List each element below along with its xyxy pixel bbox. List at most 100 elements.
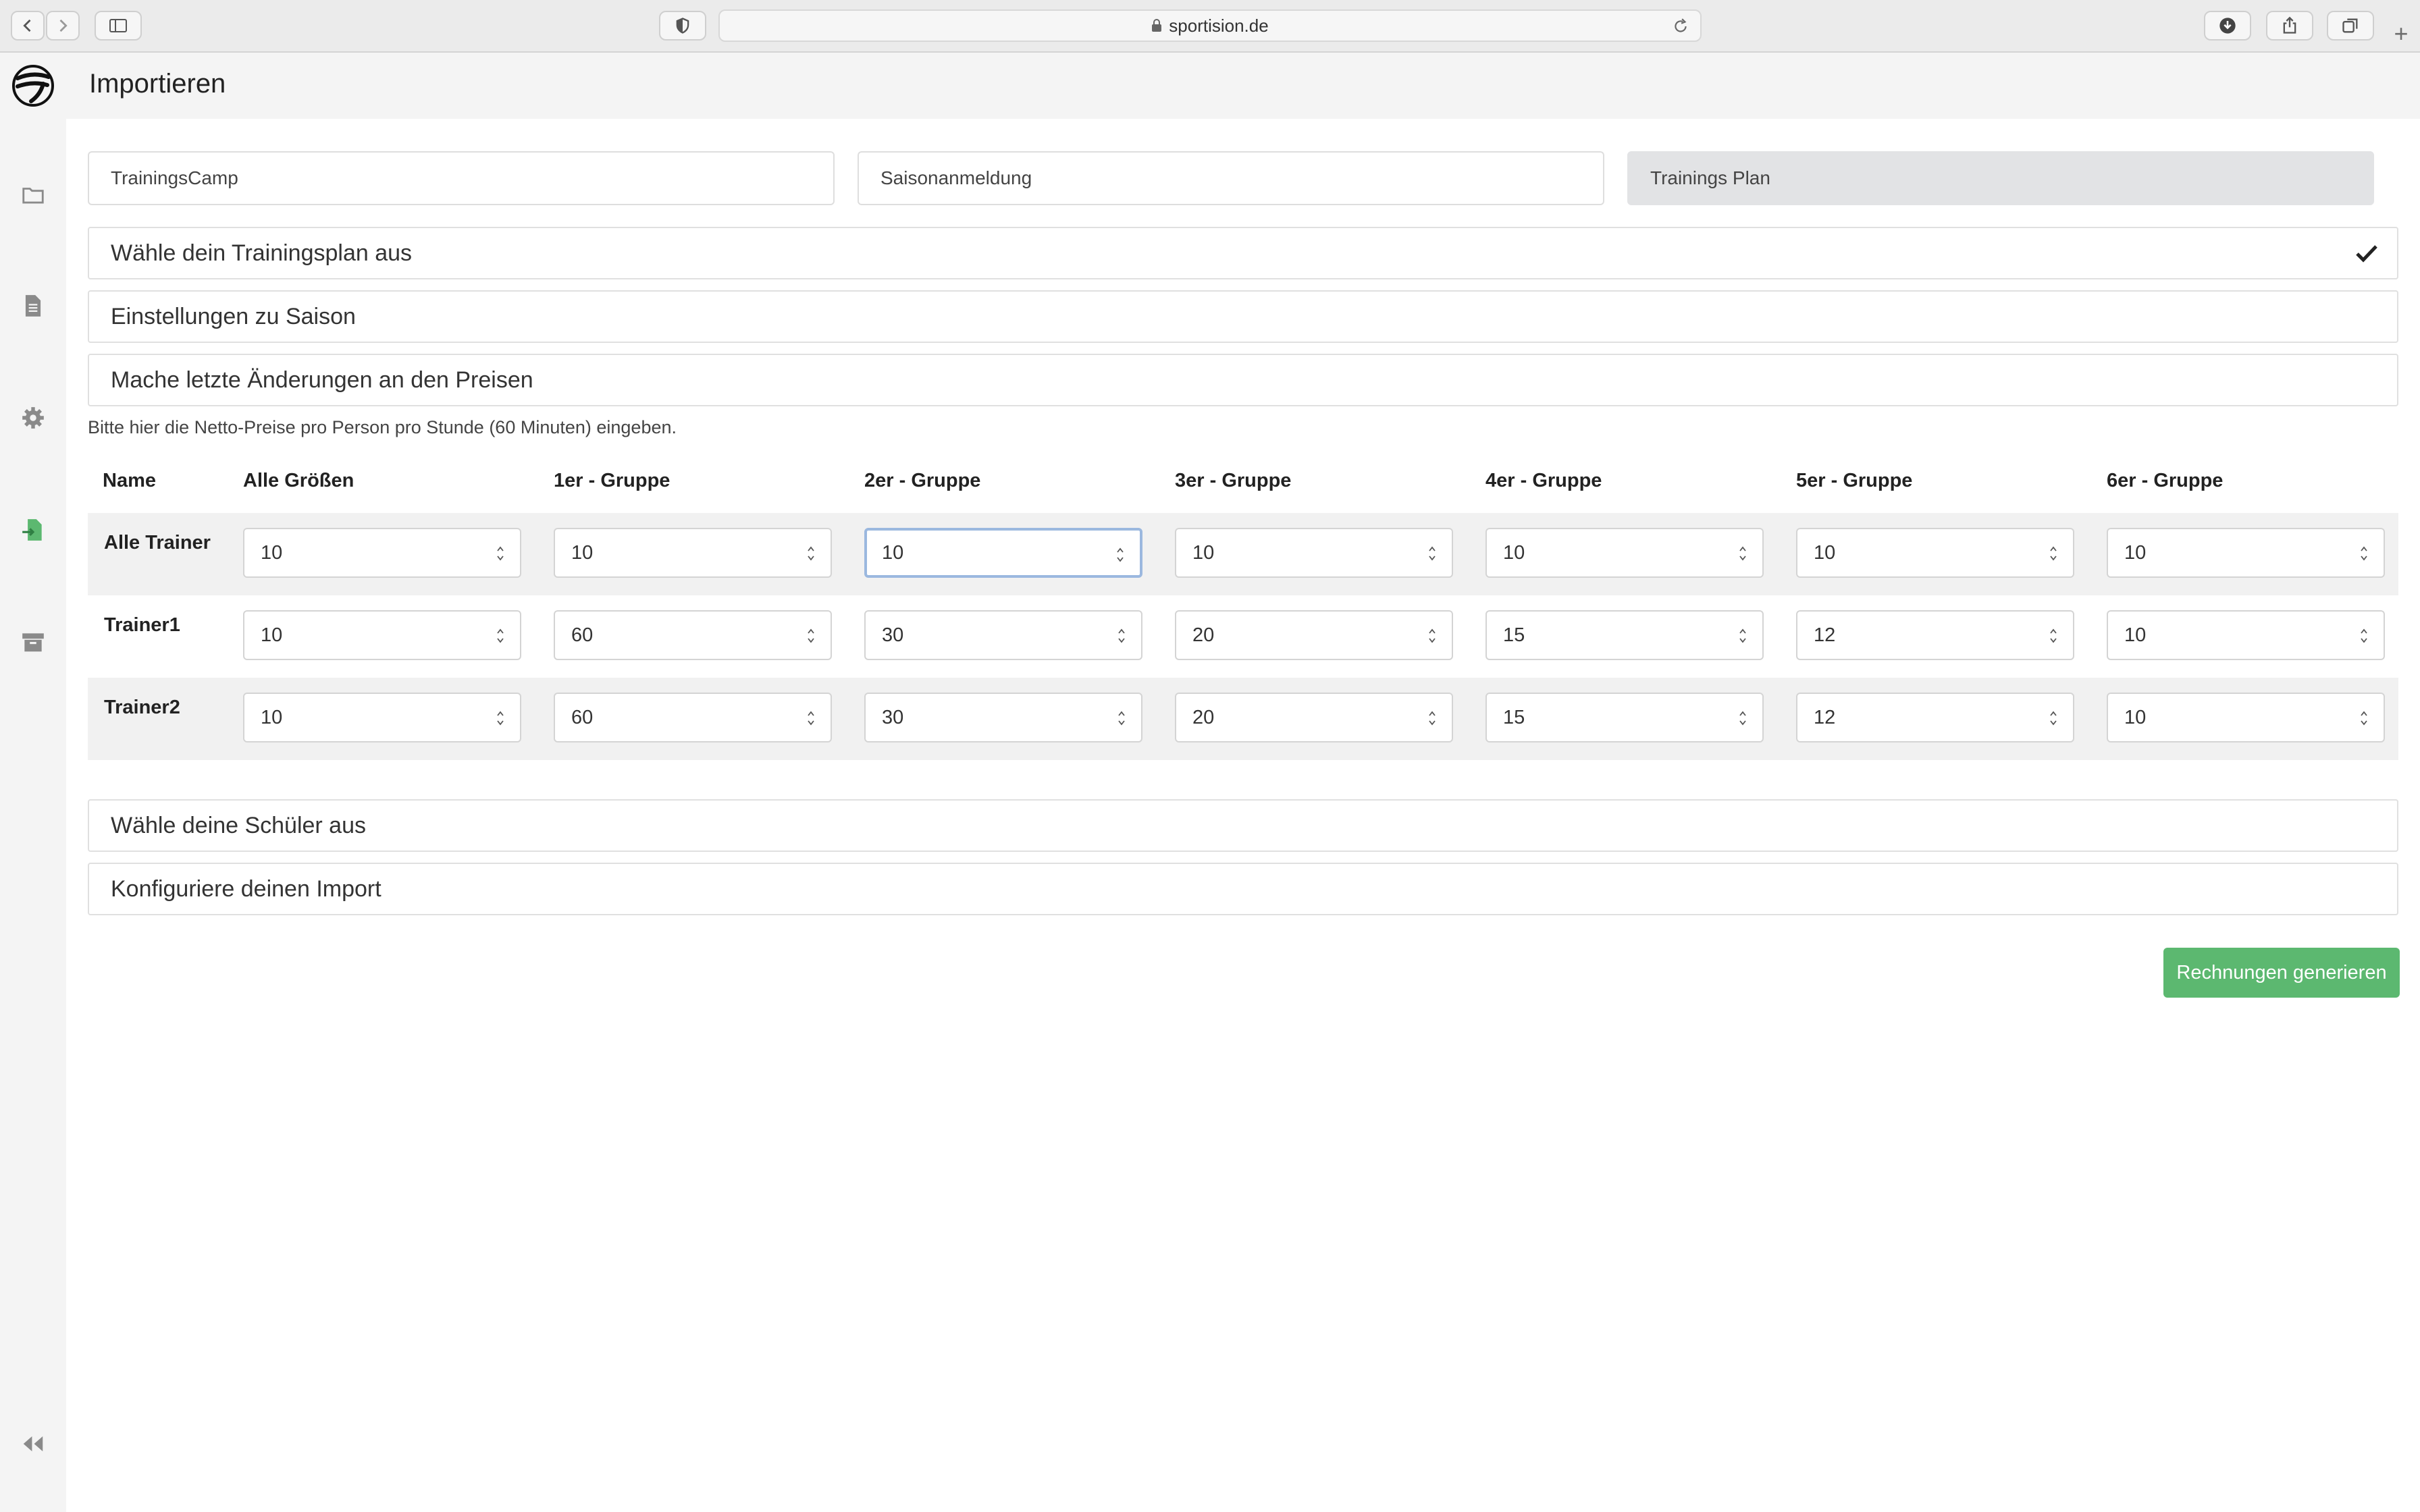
sidebar-item-documents[interactable] (19, 292, 47, 320)
price-input-value: 10 (261, 624, 283, 646)
browser-toolbar: sportision.de + (0, 0, 2420, 53)
url-text: sportision.de (1169, 15, 1269, 36)
downloads-button[interactable] (2204, 11, 2251, 40)
section-season-settings[interactable]: Einstellungen zu Saison (88, 290, 2398, 343)
section-price-changes[interactable]: Mache letzte Änderungen an den Preisen (88, 354, 2398, 406)
stepper-arrows-icon[interactable] (496, 709, 505, 728)
sidebar-item-archive[interactable] (19, 628, 47, 656)
stepper-arrows-icon[interactable] (2359, 709, 2369, 728)
forward-button[interactable] (46, 11, 80, 40)
stepper-arrows-icon[interactable] (1427, 626, 1437, 645)
share-button[interactable] (2266, 11, 2313, 40)
generate-invoices-button[interactable]: Rechnungen generieren (2163, 948, 2400, 998)
price-input[interactable]: 12 (1796, 610, 2074, 660)
price-input[interactable]: 10 (2107, 693, 2385, 742)
document-icon (25, 295, 41, 317)
reload-icon[interactable] (1672, 18, 1689, 35)
stepper-arrows-icon[interactable] (1738, 709, 1747, 728)
import-file-icon (22, 519, 42, 541)
stepper-arrows-icon[interactable] (806, 626, 816, 645)
price-input[interactable]: 30 (864, 610, 1142, 660)
back-button[interactable] (11, 11, 45, 40)
price-input[interactable]: 20 (1175, 693, 1453, 742)
price-input-value: 10 (261, 542, 283, 564)
new-tab-button[interactable]: + (2388, 20, 2415, 47)
price-input[interactable]: 15 (1485, 693, 1764, 742)
collapse-sidebar-button[interactable] (19, 1430, 47, 1458)
checkmark-icon (2356, 245, 2377, 263)
stepper-arrows-icon[interactable] (2049, 709, 2058, 728)
price-input-value: 60 (571, 707, 594, 728)
price-input[interactable]: 15 (1485, 610, 1764, 660)
tab-overview-button[interactable] (2327, 11, 2374, 40)
price-input-value: 10 (2124, 542, 2147, 564)
stepper-arrows-icon[interactable] (1738, 626, 1747, 645)
price-input-value: 20 (1192, 707, 1215, 728)
sidebar-panel-icon (109, 19, 127, 32)
stepper-arrows-icon[interactable] (2049, 626, 2058, 645)
table-row: Trainer2 10 60 30 20 15 12 10 (88, 678, 2398, 760)
price-input[interactable]: 10 (1796, 528, 2074, 578)
column-header-all-sizes: Alle Größen (243, 470, 354, 491)
section-configure-import[interactable]: Konfiguriere deinen Import (88, 863, 2398, 915)
address-bar[interactable]: sportision.de (718, 9, 1702, 42)
price-input[interactable]: 10 (554, 528, 832, 578)
price-input[interactable]: 10 (243, 610, 521, 660)
sidebar-item-import[interactable] (19, 516, 47, 544)
sportision-logo[interactable] (11, 63, 55, 108)
row-trainer-name: Alle Trainer (104, 532, 211, 554)
price-input[interactable]: 10 (1175, 528, 1453, 578)
sidebar-item-settings[interactable] (19, 404, 47, 432)
stepper-arrows-icon[interactable] (806, 709, 816, 728)
stepper-arrows-icon[interactable] (2049, 544, 2058, 563)
stepper-arrows-icon[interactable] (1427, 709, 1437, 728)
stepper-arrows-icon[interactable] (2359, 626, 2369, 645)
tab-trainingscamp[interactable]: TrainingsCamp (88, 151, 835, 205)
stepper-arrows-icon[interactable] (1117, 626, 1126, 645)
price-input[interactable]: 12 (1796, 693, 2074, 742)
section-choose-plan-label: Wähle dein Trainingsplan aus (111, 240, 413, 266)
section-season-settings-label: Einstellungen zu Saison (111, 304, 356, 329)
column-header-group-3: 3er - Gruppe (1175, 470, 1292, 491)
stepper-arrows-icon[interactable] (496, 544, 505, 563)
column-header-group-4: 4er - Gruppe (1485, 470, 1602, 491)
sidebar-item-folders[interactable] (19, 181, 47, 209)
price-input-value: 60 (571, 624, 594, 646)
price-input-value: 30 (882, 707, 904, 728)
stepper-arrows-icon[interactable] (806, 544, 816, 563)
price-input[interactable]: 10 (864, 528, 1142, 578)
price-input-value: 10 (1192, 542, 1215, 564)
price-input[interactable]: 10 (243, 528, 521, 578)
stepper-arrows-icon[interactable] (1115, 545, 1125, 564)
stepper-arrows-icon[interactable] (1117, 709, 1126, 728)
price-input[interactable]: 60 (554, 610, 832, 660)
stepper-arrows-icon[interactable] (1427, 544, 1437, 563)
section-choose-plan[interactable]: Wähle dein Trainingsplan aus (88, 227, 2398, 279)
stepper-arrows-icon[interactable] (2359, 544, 2369, 563)
stepper-arrows-icon[interactable] (496, 626, 505, 645)
column-header-group-6: 6er - Gruppe (2107, 470, 2224, 491)
chevron-right-icon (59, 19, 68, 32)
lock-icon (1152, 19, 1162, 32)
stepper-arrows-icon[interactable] (1738, 544, 1747, 563)
price-input[interactable]: 10 (1485, 528, 1764, 578)
price-input[interactable]: 30 (864, 693, 1142, 742)
row-trainer-name: Trainer2 (104, 697, 180, 718)
section-choose-students[interactable]: Wähle deine Schüler aus (88, 799, 2398, 852)
column-header-group-2: 2er - Gruppe (864, 470, 981, 491)
section-configure-import-label: Konfiguriere deinen Import (111, 876, 382, 902)
app-header: Importieren (0, 53, 2420, 119)
price-input[interactable]: 20 (1175, 610, 1453, 660)
tab-trainings-plan[interactable]: Trainings Plan (1627, 151, 2374, 205)
price-input[interactable]: 10 (243, 693, 521, 742)
table-row: Alle Trainer 10 10 10 10 10 10 10 (88, 513, 2398, 595)
tab-saisonanmeldung[interactable]: Saisonanmeldung (858, 151, 1604, 205)
price-input-value: 10 (882, 542, 904, 564)
price-input[interactable]: 60 (554, 693, 832, 742)
sidebar-toggle-button[interactable] (95, 11, 142, 40)
price-input[interactable]: 10 (2107, 528, 2385, 578)
price-input[interactable]: 10 (2107, 610, 2385, 660)
privacy-shield-button[interactable] (659, 11, 706, 40)
plus-icon: + (2394, 20, 2409, 47)
price-input-value: 10 (1814, 542, 1836, 564)
